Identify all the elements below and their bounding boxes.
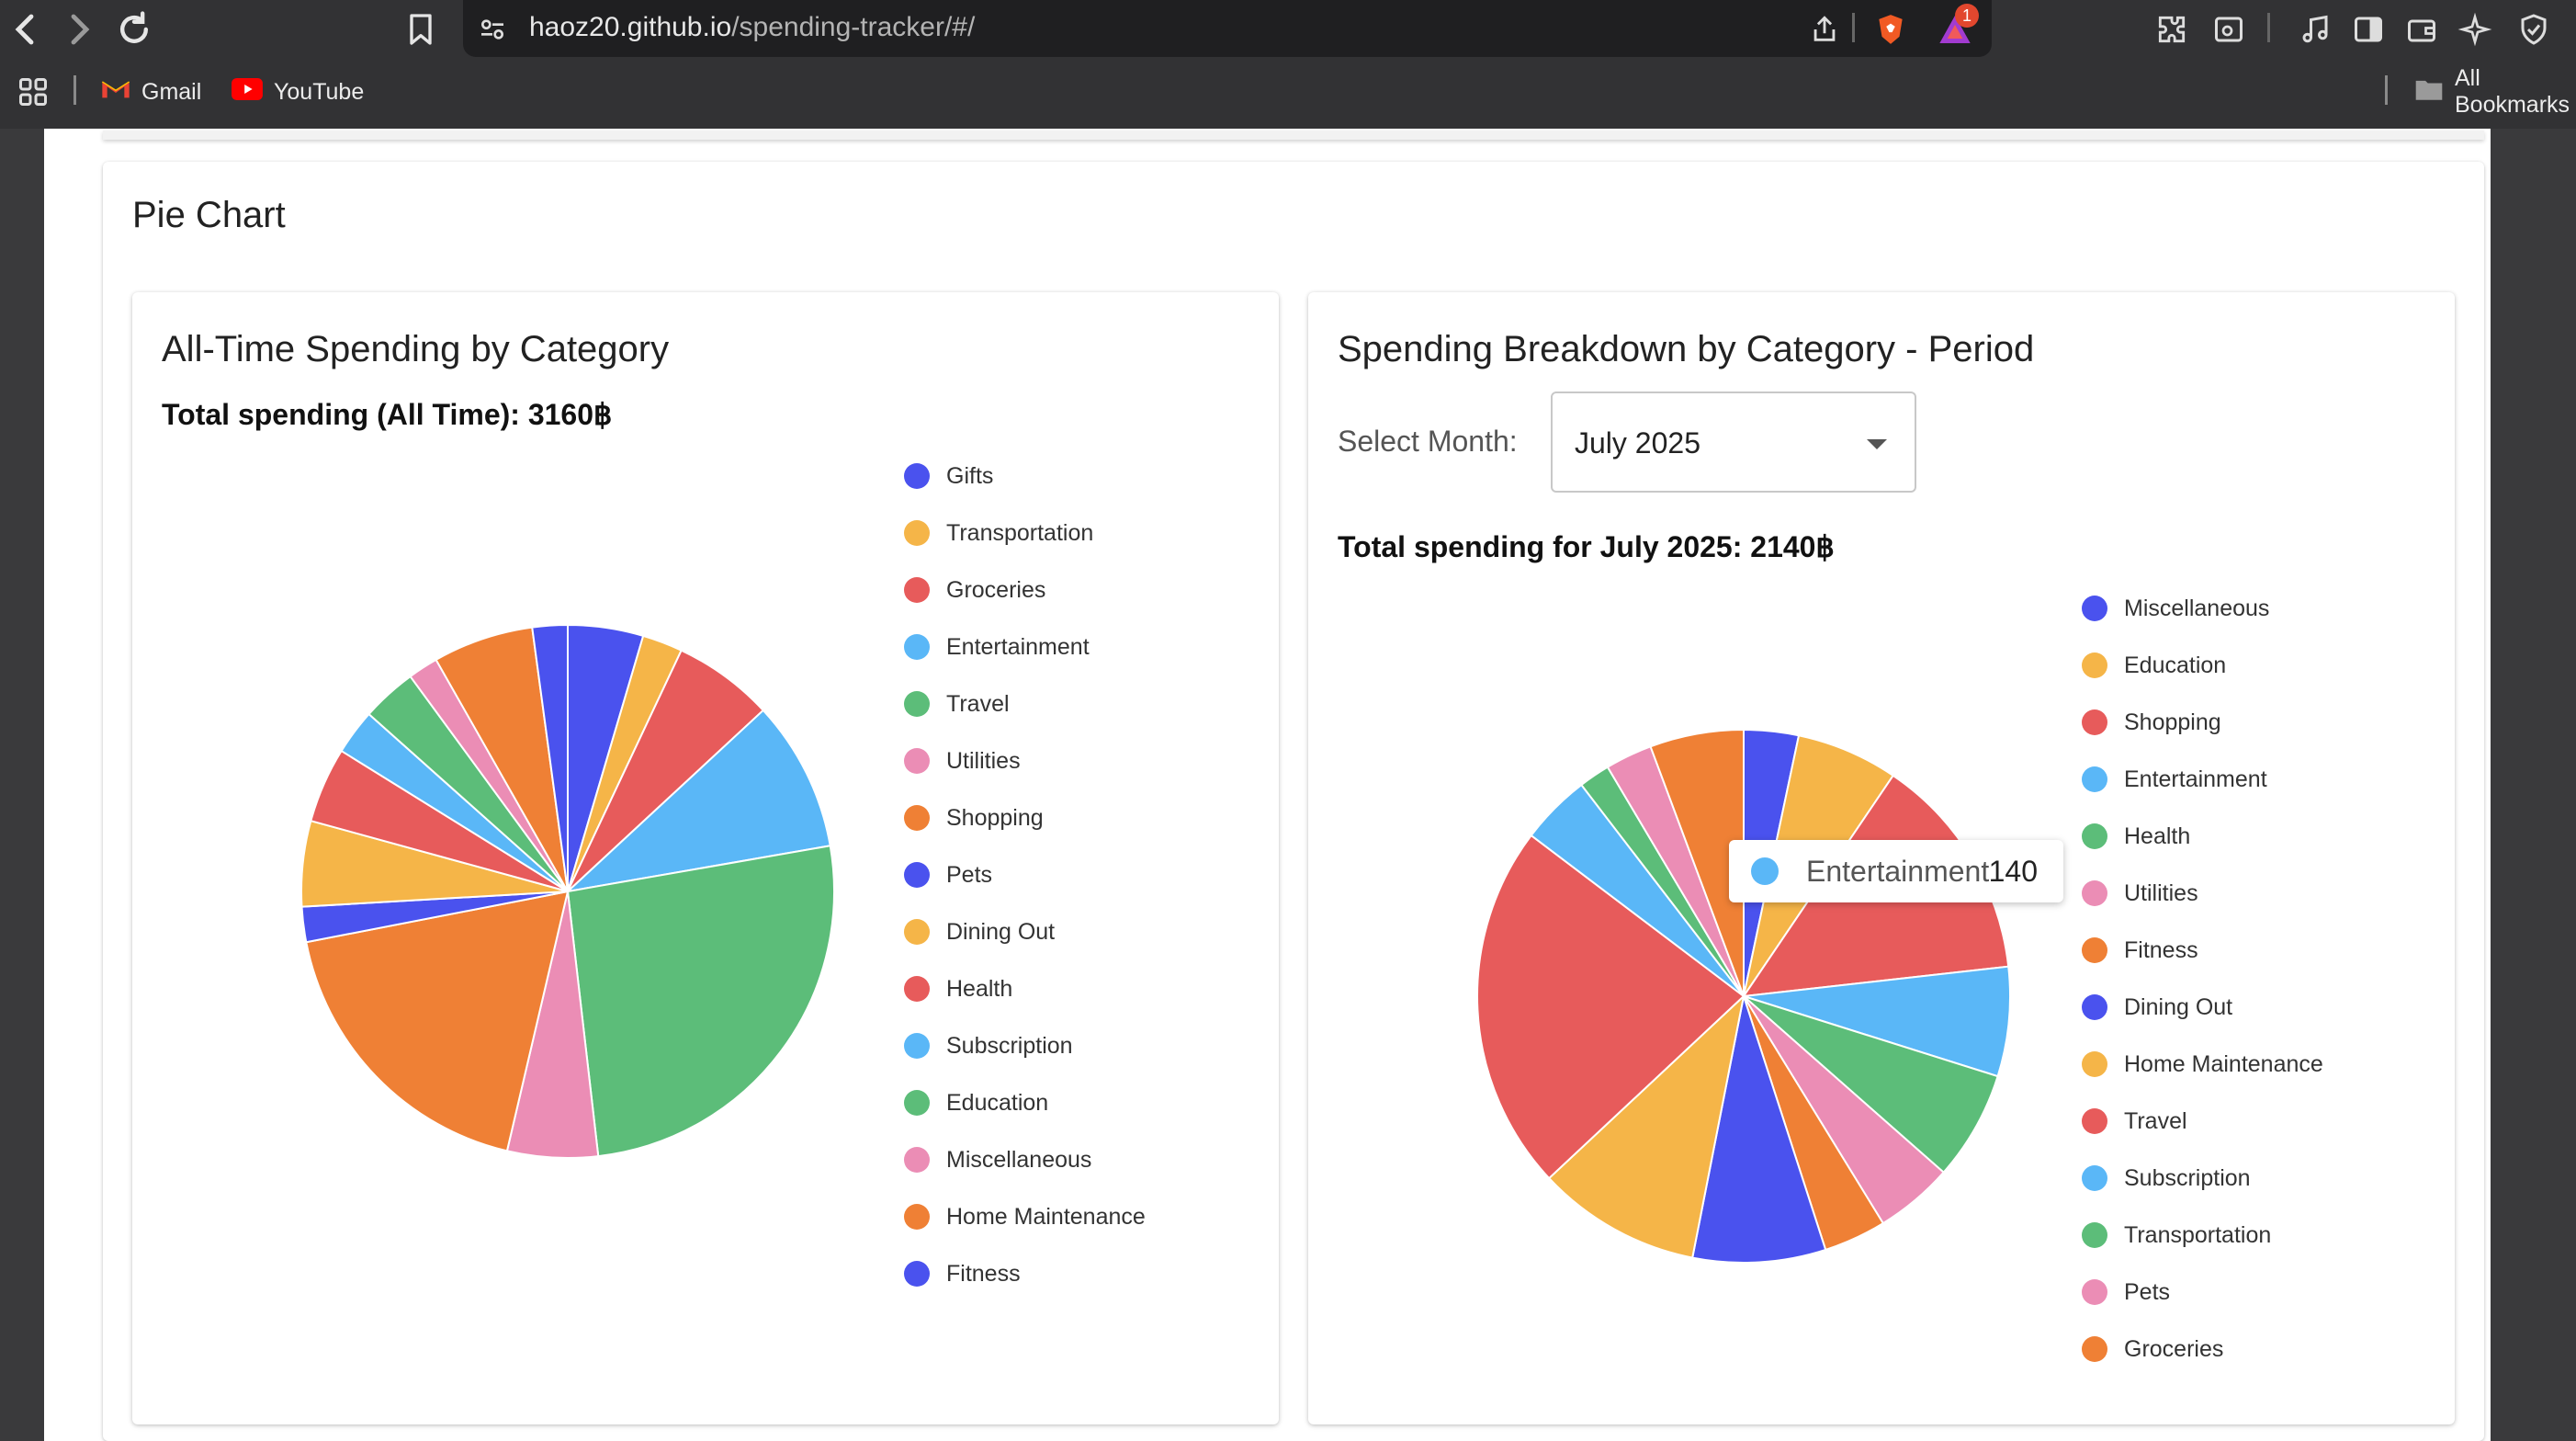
legend-color-dot xyxy=(2082,1165,2107,1191)
tooltip-color-dot xyxy=(1751,857,1779,885)
legend-color-dot xyxy=(2082,1108,2107,1134)
legend-label: Shopping xyxy=(2124,709,2221,735)
legend-label: Health xyxy=(2124,823,2191,849)
legend-label: Utilities xyxy=(2124,879,2198,906)
legend-label: Groceries xyxy=(2124,1335,2224,1362)
legend-color-dot xyxy=(2082,652,2107,678)
legend-label: Pets xyxy=(2124,1278,2171,1305)
legend-color-dot xyxy=(2082,937,2107,963)
legend-color-dot xyxy=(2082,766,2107,792)
legend-item-miscellaneous[interactable]: Miscellaneous xyxy=(2082,590,2269,627)
legend-item-dining-out[interactable]: Dining Out xyxy=(2082,989,2232,1026)
chart-tooltip: Entertainment 140 xyxy=(1729,840,2063,902)
legend-label: Subscription xyxy=(2124,1164,2251,1191)
legend-item-utilities[interactable]: Utilities xyxy=(2082,875,2198,912)
legend-label: Dining Out xyxy=(2124,993,2233,1020)
legend-label: Transportation xyxy=(2124,1221,2272,1248)
legend-item-fitness[interactable]: Fitness xyxy=(2082,932,2198,969)
legend-item-education[interactable]: Education xyxy=(2082,647,2226,684)
legend-label: Fitness xyxy=(2124,936,2198,963)
legend-item-shopping[interactable]: Shopping xyxy=(2082,704,2221,741)
legend-color-dot xyxy=(2082,1336,2107,1362)
legend-label: Miscellaneous xyxy=(2124,595,2270,621)
legend-color-dot xyxy=(2082,709,2107,735)
legend-color-dot xyxy=(2082,994,2107,1020)
legend-item-transportation[interactable]: Transportation xyxy=(2082,1217,2271,1254)
legend-color-dot xyxy=(2082,596,2107,621)
legend-label: Travel xyxy=(2124,1107,2187,1134)
legend-color-dot xyxy=(2082,880,2107,906)
legend-item-health[interactable]: Health xyxy=(2082,818,2190,855)
legend-item-home-maintenance[interactable]: Home Maintenance xyxy=(2082,1046,2323,1083)
legend-label: Entertainment xyxy=(2124,766,2267,792)
legend-item-travel[interactable]: Travel xyxy=(2082,1103,2187,1140)
legend-color-dot xyxy=(2082,823,2107,849)
legend-label: Home Maintenance xyxy=(2124,1050,2323,1077)
legend-color-dot xyxy=(2082,1051,2107,1077)
legend-label: Education xyxy=(2124,652,2227,678)
legend-item-entertainment[interactable]: Entertainment xyxy=(2082,761,2267,798)
tooltip-label: Entertainment xyxy=(1806,854,1990,888)
legend-color-dot xyxy=(2082,1222,2107,1248)
legend-item-pets[interactable]: Pets xyxy=(2082,1274,2170,1311)
tooltip-value: 140 xyxy=(1988,854,2038,888)
legend-color-dot xyxy=(2082,1279,2107,1305)
legend-item-subscription[interactable]: Subscription xyxy=(2082,1160,2251,1197)
legend-item-groceries[interactable]: Groceries xyxy=(2082,1331,2223,1367)
